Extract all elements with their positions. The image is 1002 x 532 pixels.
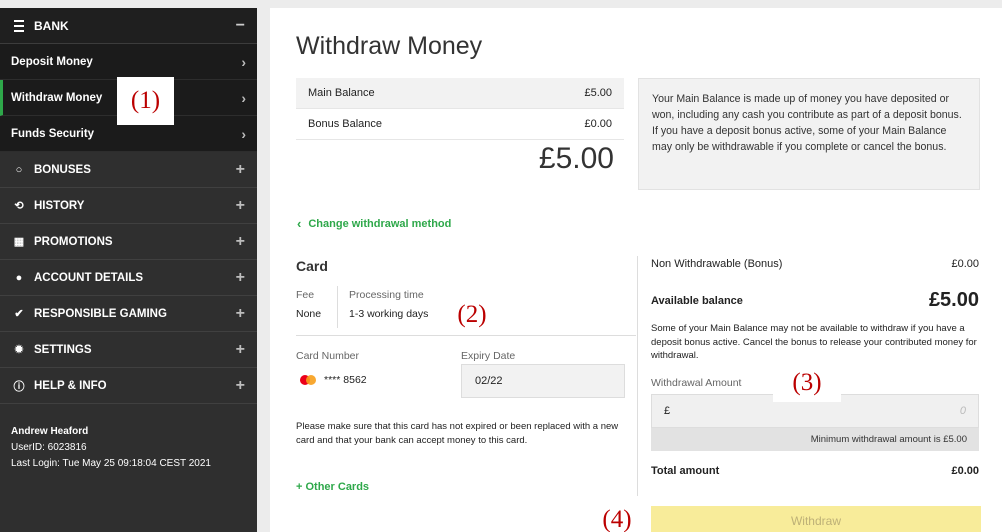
total-amount-value: £0.00 xyxy=(951,465,979,477)
info-icon: ⓘ xyxy=(13,380,25,393)
sidebar-item-label: Deposit Money xyxy=(11,55,93,68)
non-withdrawable-row: Non Withdrawable (Bonus) £0.00 xyxy=(651,258,979,270)
sidebar-item-responsible-gaming[interactable]: ✔ RESPONSIBLE GAMING + xyxy=(0,296,257,332)
page-title: Withdraw Money xyxy=(296,32,483,60)
processing-time-label: Processing time xyxy=(349,289,424,301)
non-withdrawable-value: £0.00 xyxy=(951,258,979,270)
card-number-value: **** 8562 xyxy=(324,374,367,386)
expand-icon: + xyxy=(235,160,245,178)
balance-info-box: Your Main Balance is made up of money yo… xyxy=(638,78,980,190)
fee-value: None xyxy=(296,308,322,320)
sidebar-item-bonuses[interactable]: ○ BONUSES + xyxy=(0,152,257,188)
sidebar-item-label: HELP & INFO xyxy=(34,379,107,392)
chevron-left-icon: ‹ xyxy=(297,216,302,231)
available-balance-note: Some of your Main Balance may not be ava… xyxy=(651,323,977,361)
available-balance-row: Available balance £5.00 xyxy=(651,289,979,312)
mastercard-icon xyxy=(300,375,316,385)
expiry-date-label: Expiry Date xyxy=(461,350,516,362)
expand-icon: + xyxy=(235,304,245,322)
amount-placeholder: 0 xyxy=(959,405,966,417)
balance-label: Bonus Balance xyxy=(308,118,382,130)
sidebar-item-settings[interactable]: ✹ SETTINGS + xyxy=(0,332,257,368)
gift-icon: ▦ xyxy=(13,236,25,248)
callout-1: (1) xyxy=(117,77,174,125)
gear-icon: ✹ xyxy=(14,344,24,356)
user-info: Andrew Heaford UserID: 6023816 Last Logi… xyxy=(0,404,257,492)
chevron-right-icon: › xyxy=(241,125,246,142)
balance-value: £5.00 xyxy=(584,87,612,99)
minimum-withdrawal-note: Minimum withdrawal amount is £5.00 xyxy=(651,428,979,451)
card-notice: Please make sure that this card has not … xyxy=(296,421,619,446)
collapse-icon[interactable]: − xyxy=(236,17,245,35)
expand-icon: + xyxy=(235,376,245,394)
total-amount-label: Total amount xyxy=(651,465,720,477)
balance-table: Main Balance £5.00 Bonus Balance £0.00 xyxy=(296,78,624,140)
other-cards-link[interactable]: + Other Cards xyxy=(296,481,369,493)
card-section-title: Card xyxy=(296,258,328,274)
available-balance-label: Available balance xyxy=(651,294,743,307)
sidebar-item-label: BONUSES xyxy=(34,163,91,176)
main-panel: Withdraw Money Main Balance £5.00 Bonus … xyxy=(270,8,1002,532)
sidebar-item-help-info[interactable]: ⓘ HELP & INFO + xyxy=(0,368,257,404)
circle-icon: ○ xyxy=(15,163,23,176)
column-divider xyxy=(637,256,638,496)
check-badge-icon: ✔ xyxy=(14,308,24,320)
withdraw-button[interactable]: Withdraw xyxy=(651,506,981,532)
sidebar-item-label: RESPONSIBLE GAMING xyxy=(34,307,167,320)
sidebar-item-promotions[interactable]: ▦ PROMOTIONS + xyxy=(0,224,257,260)
expand-icon: + xyxy=(235,196,245,214)
sidebar-item-label: ACCOUNT DETAILS xyxy=(34,271,144,284)
bank-icon xyxy=(12,19,26,33)
chevron-right-icon: › xyxy=(241,89,246,106)
chevron-right-icon: › xyxy=(241,53,246,70)
balance-row-bonus: Bonus Balance £0.00 xyxy=(296,109,624,140)
total-amount-row: Total amount £0.00 xyxy=(651,465,979,477)
user-icon: ● xyxy=(15,271,23,284)
sidebar-item-label: Funds Security xyxy=(11,127,95,140)
card-number-label: Card Number xyxy=(296,350,360,362)
non-withdrawable-label: Non Withdrawable (Bonus) xyxy=(651,258,783,270)
sidebar-item-account-details[interactable]: ● ACCOUNT DETAILS + xyxy=(0,260,257,296)
sidebar-section-bank[interactable]: BANK − xyxy=(0,8,257,44)
user-name: Andrew Heaford xyxy=(11,426,89,437)
balance-label: Main Balance xyxy=(308,87,375,99)
sidebar-item-history[interactable]: ⟲ HISTORY + xyxy=(0,188,257,224)
expiry-date-field: 02/22 xyxy=(461,364,625,398)
change-withdrawal-method-link[interactable]: ‹ Change withdrawal method xyxy=(297,216,451,231)
sidebar-item-label: SETTINGS xyxy=(34,343,92,356)
fee-label: Fee xyxy=(296,289,315,301)
balance-value: £0.00 xyxy=(584,118,612,130)
currency-symbol: £ xyxy=(664,405,671,417)
callout-2: (2) xyxy=(446,296,498,334)
sidebar-item-deposit-money[interactable]: Deposit Money › xyxy=(0,44,257,80)
available-balance-value: £5.00 xyxy=(928,289,979,311)
balance-row-main: Main Balance £5.00 xyxy=(296,78,624,109)
callout-4: (4) xyxy=(591,506,643,532)
expand-icon: + xyxy=(235,268,245,286)
sidebar-item-label: PROMOTIONS xyxy=(34,235,113,248)
history-icon: ⟲ xyxy=(14,200,24,212)
balance-total: £5.00 xyxy=(538,142,614,175)
sidebar-section-label: BANK xyxy=(34,18,69,33)
expiry-date-value: 02/22 xyxy=(475,375,503,387)
fee-divider xyxy=(337,286,338,328)
user-id: UserID: 6023816 xyxy=(11,442,87,453)
callout-3: (3) xyxy=(773,364,841,402)
card-divider xyxy=(296,335,636,336)
processing-time-value: 1-3 working days xyxy=(349,308,429,320)
sidebar-item-label: HISTORY xyxy=(34,199,85,212)
change-method-label: Change withdrawal method xyxy=(308,217,452,230)
expand-icon: + xyxy=(235,232,245,250)
expand-icon: + xyxy=(235,340,245,358)
last-login: Last Login: Tue May 25 09:18:04 CEST 202… xyxy=(11,458,211,469)
